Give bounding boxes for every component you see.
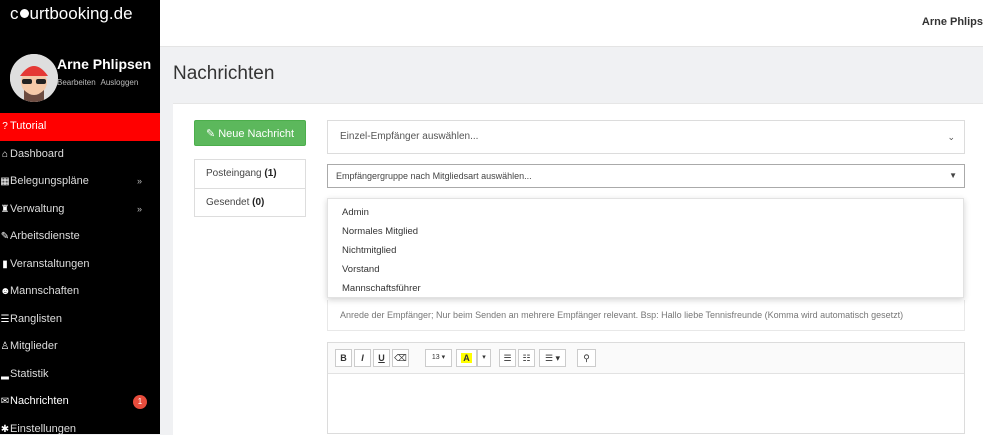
brand-logo[interactable]: c urtbooking.de bbox=[0, 0, 160, 40]
brand-prefix: c bbox=[10, 4, 19, 23]
font-size-dropdown[interactable]: 13 ▾ bbox=[425, 349, 452, 367]
ordered-list-icon[interactable]: ☷ bbox=[518, 349, 535, 367]
sidebar-item-tutorial[interactable]: ? Tutorial bbox=[0, 113, 160, 141]
user-icon: ♙ bbox=[0, 341, 10, 352]
folder-list: Posteingang (1) Gesendet (0) bbox=[194, 159, 306, 217]
user-profile: Arne Phlipsen Bearbeiten Ausloggen bbox=[0, 40, 160, 110]
editor-toolbar: B I U ⌫ 13 ▾ A ▾ ☰ ☷ ☰ ▾ ⚲ bbox=[328, 343, 964, 374]
sidebar-item-label: Belegungspläne bbox=[10, 175, 89, 187]
logout-link[interactable]: Ausloggen bbox=[100, 78, 138, 87]
edit-profile-link[interactable]: Bearbeiten bbox=[57, 78, 96, 87]
group-option-mannschaftsfuehrer[interactable]: Mannschaftsführer bbox=[328, 279, 963, 298]
group-option-vorstand[interactable]: Vorstand bbox=[328, 260, 963, 279]
text-color-icon: A bbox=[461, 353, 472, 363]
ball-icon bbox=[19, 9, 29, 18]
sidebar-item-label: Mannschaften bbox=[10, 285, 80, 297]
caret-down-icon: ▼ bbox=[949, 171, 957, 180]
folder-count: (0) bbox=[252, 197, 265, 208]
sidebar-item-einstellungen[interactable]: ✱ Einstellungen bbox=[0, 416, 160, 435]
page-title: Nachrichten bbox=[173, 63, 275, 84]
group-option-normales-mitglied[interactable]: Normales Mitglied bbox=[328, 222, 963, 241]
group-option-nichtmitglied[interactable]: Nichtmitglied bbox=[328, 241, 963, 260]
folder-label: Gesendet bbox=[206, 197, 250, 208]
sidebar: c urtbooking.de Arne Phlipsen Bearbeiten … bbox=[0, 0, 160, 434]
sidebar-item-nachrichten[interactable]: ✉ Nachrichten 1 bbox=[0, 388, 160, 416]
book-icon: ▮ bbox=[2, 258, 8, 270]
top-user-menu[interactable]: Arne Phlips bbox=[922, 16, 983, 28]
chevron-down-icon: » bbox=[137, 176, 143, 186]
new-message-label: Neue Nachricht bbox=[218, 128, 295, 140]
sidebar-item-mitglieder[interactable]: ♙ Mitglieder bbox=[0, 333, 160, 361]
folder-count: (1) bbox=[264, 168, 277, 179]
envelope-icon: ✉ bbox=[0, 396, 10, 407]
avatar-icon bbox=[10, 54, 58, 102]
recipient-group-select[interactable]: Empfängergruppe nach Mitgliedsart auswäh… bbox=[327, 164, 965, 188]
sidebar-item-ranglisten[interactable]: ☰ Ranglisten bbox=[0, 306, 160, 334]
profile-name: Arne Phlipsen bbox=[57, 56, 152, 72]
sidebar-item-label: Statistik bbox=[10, 367, 49, 380]
top-bar: Arne Phlips bbox=[160, 0, 983, 47]
sidebar-item-veranstaltungen[interactable]: ▮ Veranstaltungen bbox=[0, 251, 160, 279]
sidebar-item-label: Mitglieder bbox=[10, 340, 58, 352]
sidebar-item-belegungsplaene[interactable]: ▦ Belegungspläne » bbox=[0, 168, 160, 196]
editor-content-area[interactable] bbox=[328, 374, 964, 434]
users-icon: ☻ bbox=[0, 286, 11, 297]
chevron-down-icon: ⌄ bbox=[947, 132, 955, 142]
underline-button[interactable]: U bbox=[373, 349, 390, 367]
single-recipient-placeholder: Einzel-Empfänger auswählen... bbox=[340, 131, 479, 142]
sidebar-item-arbeitsdienste[interactable]: ✎ Arbeitsdienste bbox=[0, 223, 160, 251]
folder-sent[interactable]: Gesendet (0) bbox=[195, 189, 305, 217]
sidebar-item-label: Arbeitsdienste bbox=[10, 230, 80, 242]
align-dropdown[interactable]: ☰ ▾ bbox=[539, 349, 566, 367]
sidebar-menu: ? Tutorial ⌂ Dashboard ▦ Belegungspläne … bbox=[0, 113, 160, 434]
bank-icon: ♜ bbox=[0, 203, 10, 215]
gear-icon: ✱ bbox=[0, 423, 10, 435]
single-recipient-select[interactable]: Einzel-Empfänger auswählen... ⌄ bbox=[327, 120, 965, 154]
avatar[interactable] bbox=[10, 54, 58, 102]
folder-inbox[interactable]: Posteingang (1) bbox=[195, 160, 305, 189]
list-icon: ☰ bbox=[0, 313, 10, 325]
sidebar-item-mannschaften[interactable]: ☻ Mannschaften bbox=[0, 278, 160, 306]
brand-suffix: urtbooking.de bbox=[29, 4, 133, 23]
new-message-button[interactable]: ✎ Neue Nachricht bbox=[194, 120, 306, 146]
chevron-down-icon: » bbox=[137, 203, 143, 214]
recipient-group-placeholder: Empfängergruppe nach Mitgliedsart auswäh… bbox=[336, 171, 532, 181]
sidebar-item-label: Tutorial bbox=[10, 120, 47, 132]
italic-button[interactable]: I bbox=[354, 349, 371, 367]
salutation-hint: Anrede der Empfänger; Nur beim Senden an… bbox=[327, 300, 965, 331]
color-caret-button[interactable]: ▾ bbox=[477, 349, 491, 367]
dashboard-icon: ⌂ bbox=[1, 148, 9, 160]
sidebar-item-label: Veranstaltungen bbox=[10, 257, 90, 270]
unordered-list-icon[interactable]: ☰ bbox=[499, 349, 516, 367]
calendar-icon: ▦ bbox=[0, 176, 10, 187]
sidebar-item-dashboard[interactable]: ⌂ Dashboard bbox=[0, 141, 160, 169]
group-option-admin[interactable]: Admin bbox=[328, 203, 963, 222]
sidebar-item-label: Verwaltung bbox=[10, 202, 65, 215]
sidebar-item-label: Ranglisten bbox=[10, 312, 62, 325]
sidebar-item-statistik[interactable]: ▂ Statistik bbox=[0, 361, 160, 389]
bold-button[interactable]: B bbox=[335, 349, 352, 367]
sidebar-item-label: Dashboard bbox=[10, 147, 64, 160]
question-icon: ? bbox=[2, 121, 8, 132]
sidebar-item-label: Einstellungen bbox=[10, 422, 77, 435]
link-icon[interactable]: ⚲ bbox=[577, 349, 596, 367]
unread-badge: 1 bbox=[133, 395, 147, 409]
chart-icon: ▂ bbox=[1, 368, 9, 380]
sidebar-item-label: Nachrichten bbox=[10, 395, 69, 407]
recipient-group-dropdown: Admin Normales Mitglied Nichtmitglied Vo… bbox=[327, 198, 964, 298]
sidebar-item-verwaltung[interactable]: ♜ Verwaltung » bbox=[0, 196, 160, 224]
message-editor: B I U ⌫ 13 ▾ A ▾ ☰ ☷ ☰ ▾ ⚲ bbox=[327, 342, 965, 434]
folder-label: Posteingang bbox=[206, 168, 262, 179]
wrench-icon: ✎ bbox=[0, 231, 10, 242]
text-color-button[interactable]: A bbox=[456, 349, 477, 367]
eraser-icon[interactable]: ⌫ bbox=[392, 349, 409, 367]
edit-icon: ✎ bbox=[205, 128, 216, 140]
